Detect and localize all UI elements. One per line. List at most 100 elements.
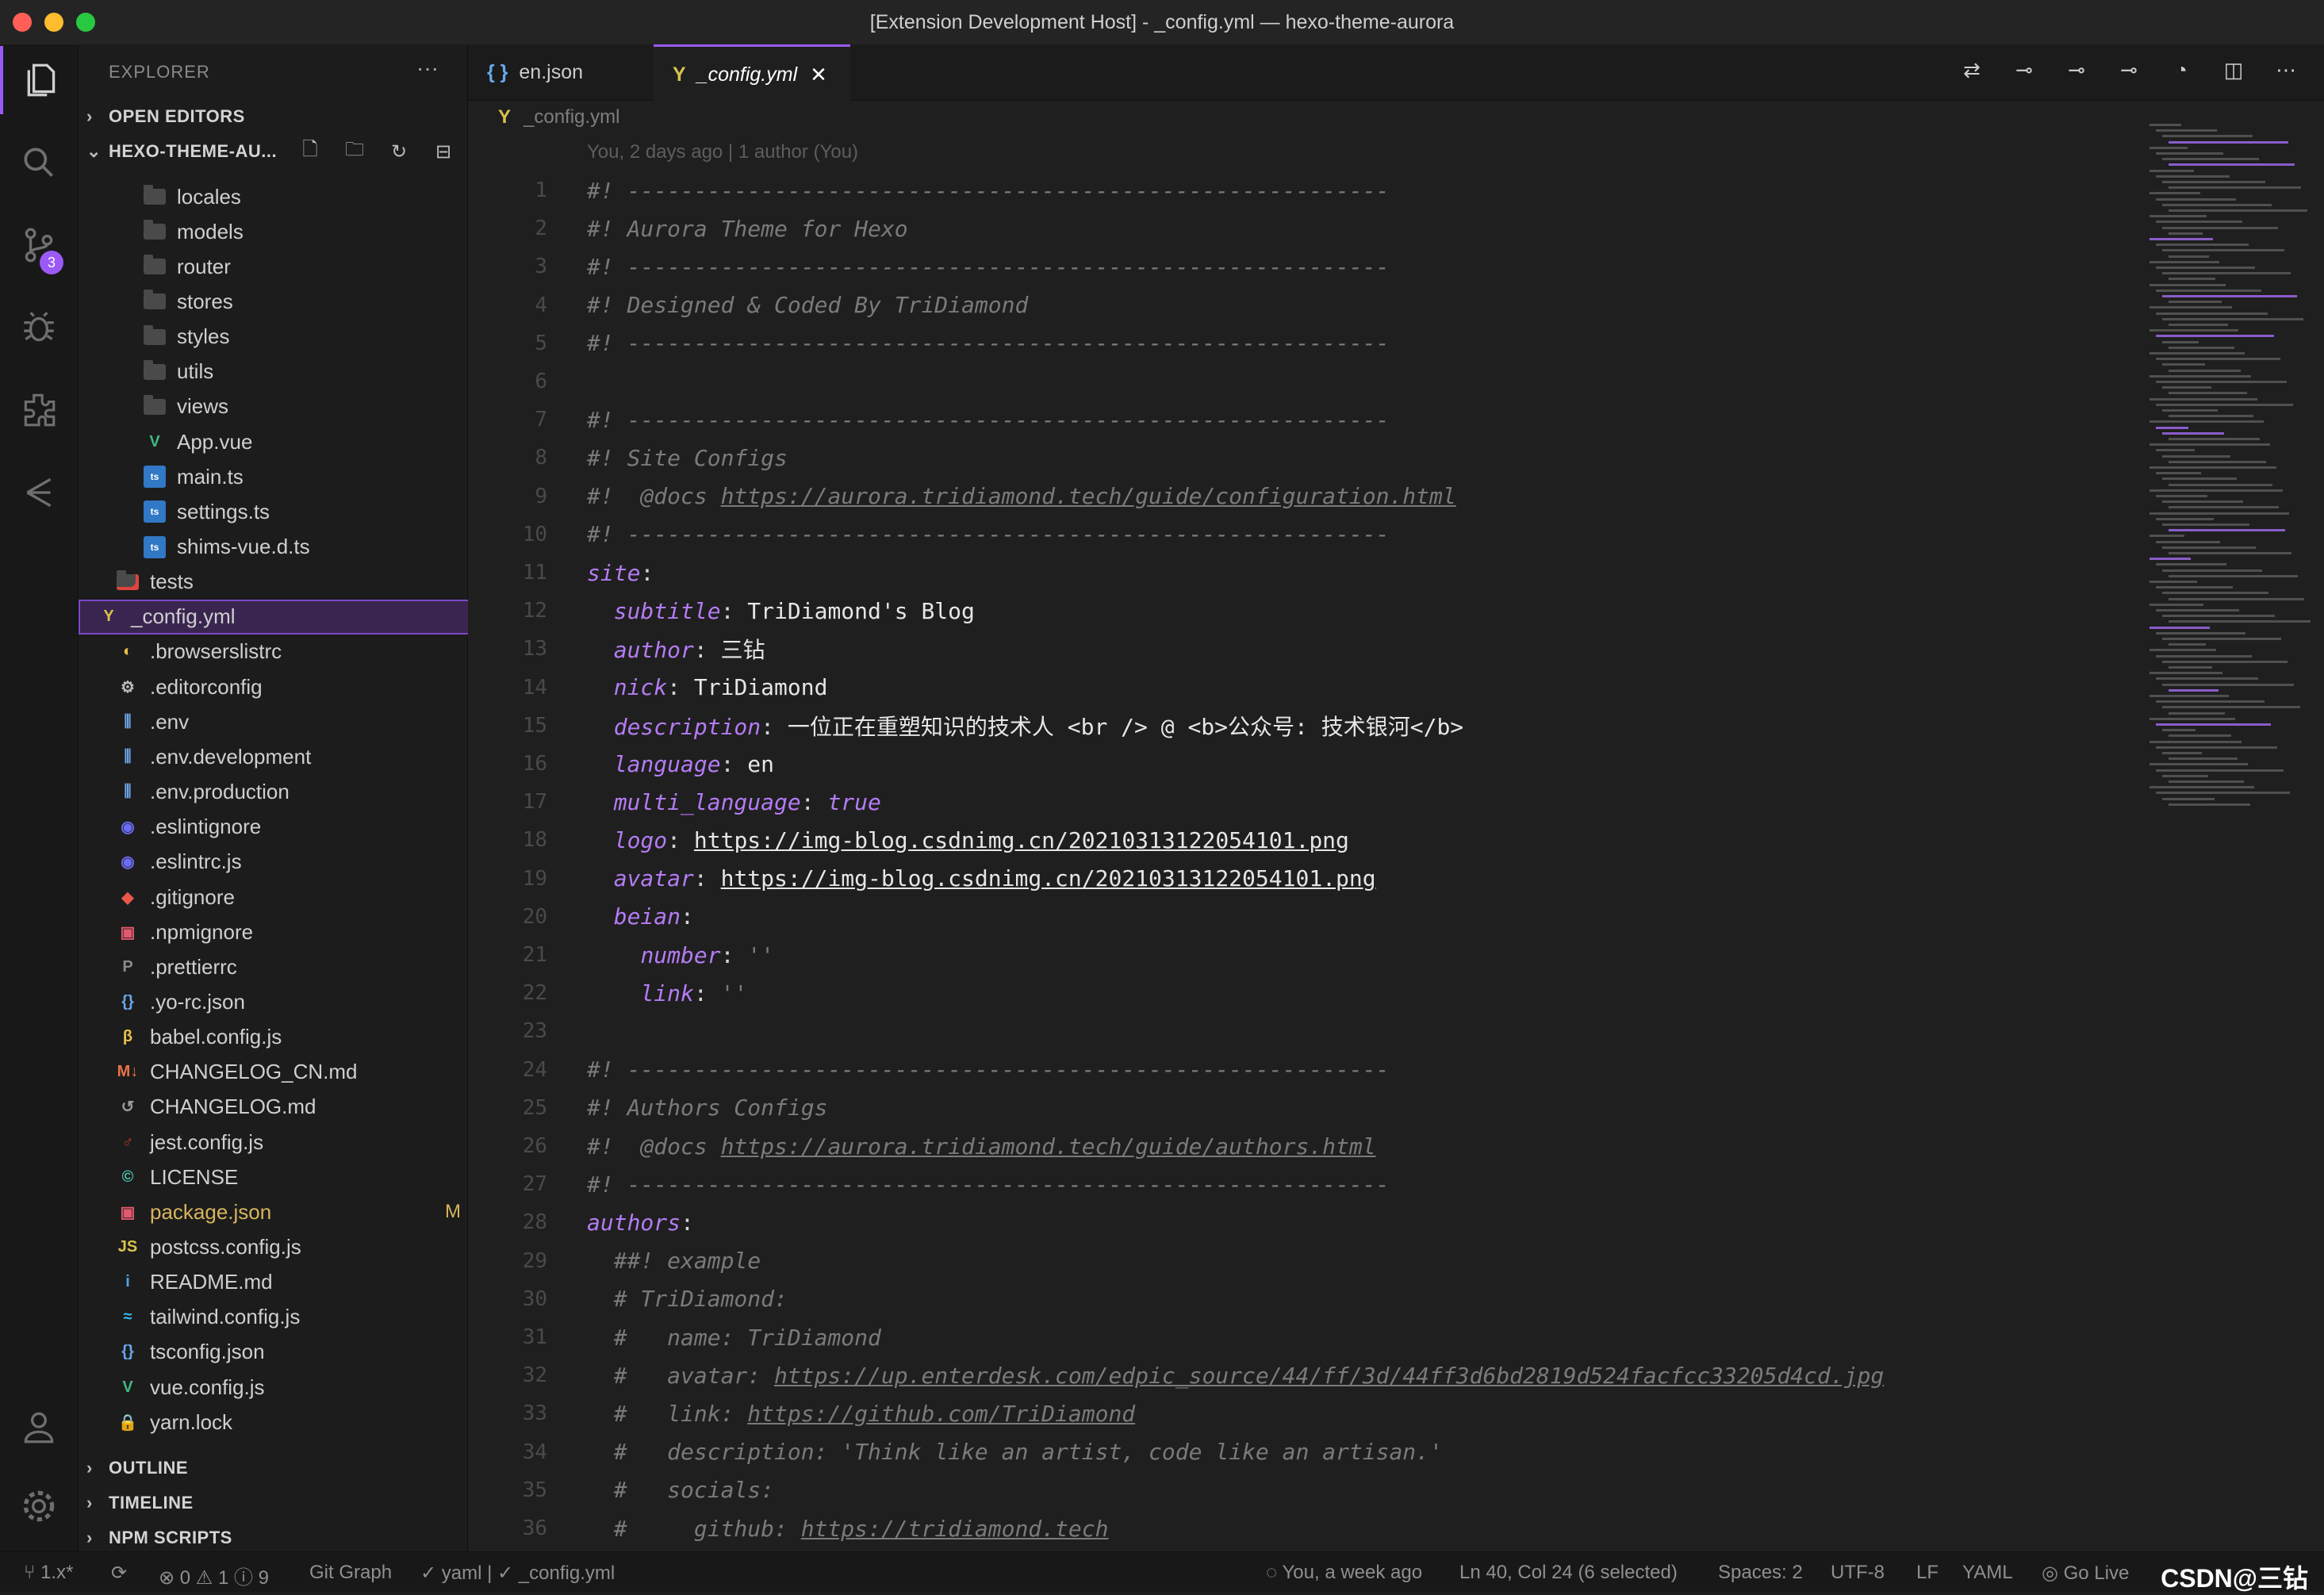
file-tree-item[interactable]: {} .yo-rc.json xyxy=(98,984,486,1019)
search-icon[interactable] xyxy=(0,128,78,197)
minimap[interactable] xyxy=(2134,124,2324,1551)
file-tree-item[interactable]: i README.md xyxy=(98,1265,486,1300)
file-tree-item[interactable]: ⫼ .env xyxy=(98,704,486,739)
outline-section[interactable]: › OUTLINE xyxy=(86,1458,188,1478)
sync-icon[interactable]: ⟳ xyxy=(111,1562,127,1585)
problems-indicator[interactable]: ⊗ 0 ⚠ 1 ⓘ 9 xyxy=(159,1562,269,1589)
file-tree-item[interactable]: ▣ package.json M xyxy=(98,1194,486,1229)
timeline-section[interactable]: › TIMELINE xyxy=(86,1493,194,1513)
file-tree-item[interactable]: ◐ .browserslistrc xyxy=(98,635,486,669)
file-tree-item[interactable]: ≈ tailwind.config.js xyxy=(98,1300,486,1335)
language-mode[interactable]: YAML xyxy=(1962,1562,2013,1584)
minimap-line xyxy=(2169,643,2206,646)
minimap-line xyxy=(2169,780,2244,783)
explorer-icon[interactable] xyxy=(0,46,81,114)
open-editors-section[interactable]: › OPEN EDITORS xyxy=(86,106,245,127)
minimap-line xyxy=(2162,523,2249,526)
file-tree-item[interactable]: ⚙ .editorconfig xyxy=(98,669,486,704)
more-actions-icon[interactable]: ⋯ xyxy=(2272,56,2300,84)
line-number: 23 xyxy=(522,1019,547,1044)
minimap-line xyxy=(2169,324,2228,326)
refresh-icon[interactable]: ↻ xyxy=(385,138,412,165)
extensions-icon[interactable] xyxy=(0,376,78,444)
file-tree-item[interactable]: © LICENSE xyxy=(98,1160,486,1194)
project-section[interactable]: ⌄ HEXO-THEME-AU... xyxy=(86,141,277,162)
source-control-icon[interactable]: 3 xyxy=(0,211,78,279)
close-icon[interactable]: ✕ xyxy=(810,63,827,87)
end-of-line[interactable]: LF xyxy=(1916,1562,1939,1584)
file-tree-item[interactable]: ◉ .eslintignore xyxy=(98,810,486,845)
collapse-all-icon[interactable]: ⊟ xyxy=(430,138,457,165)
code-line: 34 # description: 'Think like an artist,… xyxy=(468,1433,2102,1471)
minimap-line xyxy=(2162,226,2278,229)
file-tree-item[interactable]: ⫼ .env.development xyxy=(98,739,486,774)
file-tree-item[interactable]: JS postcss.config.js xyxy=(98,1230,486,1265)
blame-indicator[interactable]: ◌ You, a week ago xyxy=(1266,1562,1422,1584)
go-live-button[interactable]: ◎ Go Live xyxy=(2042,1562,2129,1585)
git-blame-codelens[interactable]: You, 2 days ago | 1 author (You) xyxy=(587,141,858,163)
indentation[interactable]: Spaces: 2 xyxy=(1718,1562,1803,1584)
next-change-icon[interactable]: ⊸ xyxy=(2115,56,2143,84)
file-name: yarn.lock xyxy=(150,1409,233,1434)
open-changes-icon[interactable]: ⇄ xyxy=(1958,56,1986,84)
file-tree-item[interactable]: styles xyxy=(110,320,500,355)
line-number: 31 xyxy=(522,1325,547,1349)
more-actions-button[interactable]: ··· xyxy=(416,56,439,81)
file-tree-item[interactable]: V App.vue xyxy=(110,424,500,459)
encoding[interactable]: UTF-8 xyxy=(1831,1562,1885,1584)
file-tree-item[interactable]: ts main.ts xyxy=(110,459,500,494)
file-tree-item[interactable]: locales xyxy=(110,179,500,214)
previous-change-icon[interactable]: ⊸ xyxy=(2062,56,2091,84)
split-editor-icon[interactable]: ◫ xyxy=(2219,56,2248,84)
git-graph-icon[interactable] xyxy=(0,458,78,527)
debug-icon[interactable] xyxy=(0,293,78,362)
file-tree-item[interactable]: ◆ .gitignore xyxy=(98,880,486,914)
tab-config-yml[interactable]: Y _config.yml ✕ xyxy=(654,44,850,102)
file-tree-item[interactable]: {} tsconfig.json xyxy=(98,1335,486,1370)
yaml-file-icon: Y xyxy=(498,106,512,128)
file-tree-item[interactable]: P .prettierrc xyxy=(98,949,486,984)
file-tree-item[interactable]: β babel.config.js xyxy=(98,1020,486,1055)
file-tree-item[interactable]: ts shims-vue.d.ts xyxy=(110,530,500,565)
code-line: 19 avatar: https://img-blog.csdnimg.cn/2… xyxy=(468,860,2102,898)
account-icon[interactable] xyxy=(0,1393,78,1461)
file-icon: ♂ xyxy=(121,1133,134,1151)
code-text: #! -------------------------------------… xyxy=(587,253,1390,280)
file-tree-item[interactable]: ts settings.ts xyxy=(110,494,500,529)
git-graph-button[interactable]: Git Graph xyxy=(309,1562,392,1584)
minimap-line xyxy=(2162,797,2215,800)
file-tree-item[interactable]: ⫼ .env.production xyxy=(98,775,486,810)
line-number: 12 xyxy=(522,599,547,623)
file-tree-item[interactable]: tests xyxy=(98,565,486,600)
file-tree-item[interactable]: utils xyxy=(110,355,500,389)
file-tree-item[interactable]: stores xyxy=(110,284,500,319)
file-tree-item[interactable]: M↓ CHANGELOG_CN.md xyxy=(98,1055,486,1090)
cursor-position[interactable]: Ln 40, Col 24 (6 selected) xyxy=(1459,1562,1678,1584)
file-name: README.md xyxy=(150,1270,273,1294)
breadcrumb[interactable]: Y _config.yml xyxy=(498,106,619,128)
new-folder-icon[interactable]: 🗀 xyxy=(341,138,368,165)
new-file-icon[interactable]: 🗋 xyxy=(297,138,324,165)
file-tree-item[interactable]: Vvue.config.js xyxy=(98,1370,486,1405)
npm-scripts-section[interactable]: › NPM SCRIPTS xyxy=(86,1528,232,1548)
yaml-schema-indicator[interactable]: ✓ yaml | ✓ _config.yml xyxy=(420,1562,615,1585)
timeline-icon[interactable]: ◔ xyxy=(2167,56,2196,84)
file-tree-item[interactable]: 🔒 yarn.lock xyxy=(98,1405,486,1440)
file-tree-item[interactable]: ▣ .npmignore xyxy=(98,914,486,949)
file-tree-item[interactable]: ♂ jest.config.js xyxy=(98,1125,486,1160)
minimap-line xyxy=(2169,186,2301,190)
chevron-down-icon: ⌄ xyxy=(86,141,102,161)
file-tree-item[interactable]: Y _config.yml xyxy=(79,599,485,635)
file-tree-item[interactable]: views xyxy=(110,389,500,424)
code-text: #! -------------------------------------… xyxy=(587,1056,1390,1083)
minimap-line xyxy=(2150,374,2251,378)
file-tree-item[interactable]: ↺ CHANGELOG.md xyxy=(98,1090,486,1125)
branch-indicator[interactable]: ⑂ 1.x* xyxy=(24,1562,73,1584)
file-tree-item[interactable]: models xyxy=(110,214,500,249)
file-tree-item[interactable]: router xyxy=(110,249,500,284)
tab-en-json[interactable]: { } en.json xyxy=(468,44,673,100)
file-tree-item[interactable]: ◉ .eslintrc.js xyxy=(98,845,486,880)
git-commit-icon[interactable]: ⊸ xyxy=(2010,56,2038,84)
settings-gear-icon[interactable] xyxy=(0,1472,78,1540)
file-icon: P xyxy=(122,957,133,976)
